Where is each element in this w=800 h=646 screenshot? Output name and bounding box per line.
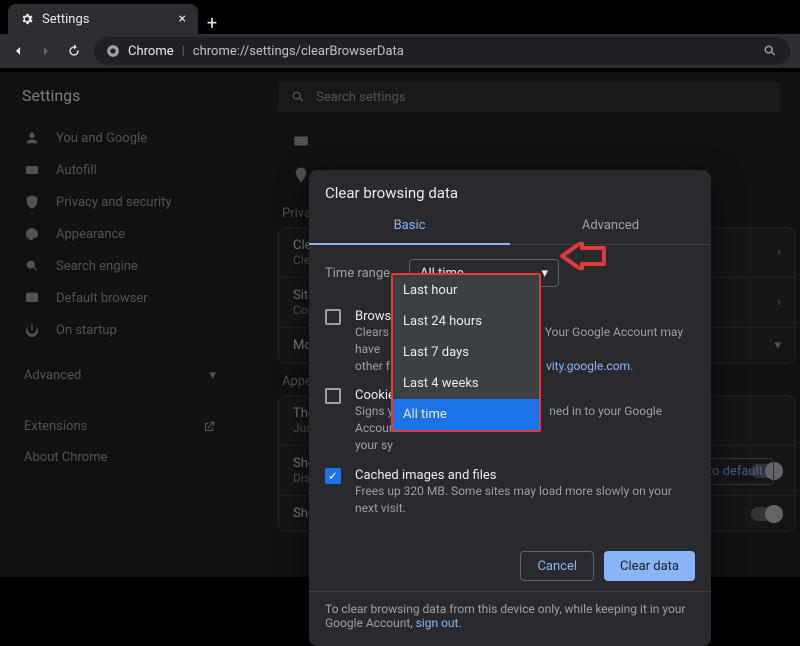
dialog-tabs: Basic Advanced [309,208,711,245]
sidebar-about-label: About Chrome [24,450,107,465]
sidebar-advanced-label: Advanced [24,368,81,383]
search-icon[interactable] [762,43,778,59]
sidebar-extensions-label: Extensions [24,419,87,434]
settings-page: Settings Search settings You and Google … [0,72,800,577]
sidebar-item-label: Autofill [56,163,97,178]
sign-out-link[interactable]: sign out [416,616,459,630]
tab-basic[interactable]: Basic [309,208,510,245]
cancel-button[interactable]: Cancel [520,551,594,581]
browser-tab-settings[interactable]: Settings × [8,4,198,34]
checkbox-cached-images[interactable]: ✓ [325,468,341,484]
sidebar-item-privacy[interactable]: Privacy and security [10,186,230,218]
back-icon[interactable] [10,43,26,59]
address-separator: | [182,44,185,59]
person-icon [24,130,40,146]
dialog-footnote: To clear browsing data from this device … [309,591,711,646]
shield-icon [24,194,40,210]
browser-toolbar: Chrome | chrome://settings/clearBrowserD… [0,34,800,72]
sidebar-item-default-browser[interactable]: Default browser [10,282,230,314]
sidebar-item-search-engine[interactable]: Search engine [10,250,230,282]
sidebar-item-appearance[interactable]: Appearance [10,218,230,250]
search-settings-input[interactable]: Search settings [278,82,780,112]
page-title: Settings [22,86,80,105]
address-host: Chrome [128,44,174,59]
chevron-down-icon: ▾ [774,338,781,353]
link-activity-google[interactable]: vity.google.com [546,359,630,373]
chevron-right-icon: › [777,295,781,310]
search-settings-placeholder: Search settings [316,90,406,105]
checkbox-browsing-history[interactable] [325,309,341,325]
autofill-icon [24,162,40,178]
sidebar-item-autofill[interactable]: Autofill [10,154,230,186]
sidebar-extensions[interactable]: Extensions [10,413,230,440]
chrome-icon [106,44,120,58]
power-icon [24,322,40,338]
browser-tabstrip: Settings × + [0,0,800,34]
dropdown-option[interactable]: Last hour [393,275,539,306]
toggle[interactable] [751,507,781,521]
time-range-label: Time range [325,266,395,281]
close-icon[interactable]: × [179,11,186,27]
chevron-down-icon: ▾ [209,368,216,383]
item-title: Cached images and files [355,468,695,483]
dropdown-option[interactable]: Last 7 days [393,337,539,368]
sidebar-item-label: Appearance [56,227,125,242]
sidebar-item-on-startup[interactable]: On startup [10,314,230,346]
dialog-body: Time range All time ▾ Last hour Last 24 … [309,245,711,541]
settings-sidebar: You and Google Autofill Privacy and secu… [10,122,230,475]
sidebar-item-label: On startup [56,323,117,338]
clear-data-button[interactable]: Clear data [604,551,695,581]
sidebar-about-chrome[interactable]: About Chrome [10,440,230,475]
dropdown-option[interactable]: Last 24 hours [393,306,539,337]
sidebar-item-label: Privacy and security [56,195,172,210]
sidebar-item-label: Search engine [56,259,138,274]
checkbox-cookies[interactable] [325,388,341,404]
dropdown-option-selected[interactable]: All time [393,399,539,430]
sidebar-item-you-and-google[interactable]: You and Google [10,122,230,154]
forward-icon[interactable] [38,43,54,59]
chevron-right-icon: › [777,245,781,260]
tab-advanced[interactable]: Advanced [510,208,711,245]
dialog-footer: Cancel Clear data [309,541,711,591]
open-external-icon [202,420,216,434]
sidebar-advanced[interactable]: Advanced ▾ [10,362,230,389]
sidebar-item-label: You and Google [56,131,147,146]
search-icon [290,89,306,105]
tab-title: Settings [42,12,89,27]
clear-browsing-data-dialog: Clear browsing data Basic Advanced Time … [309,170,711,646]
chevron-down-icon: ▾ [541,266,548,281]
reload-icon[interactable] [66,43,82,59]
location-icon [292,166,310,184]
time-range-dropdown: Last hour Last 24 hours Last 7 days Last… [391,273,541,432]
gear-icon [20,12,34,26]
item-desc: Frees up 320 MB. Some sites may load mor… [355,483,695,517]
appearance-icon [24,226,40,242]
address-path: chrome://settings/clearBrowserData [193,44,404,59]
dialog-title: Clear browsing data [309,170,711,208]
new-tab-button[interactable]: + [198,13,226,34]
dropdown-option[interactable]: Last 4 weeks [393,368,539,399]
sidebar-item-label: Default browser [56,291,148,306]
browser-icon [24,290,40,306]
payment-icon [292,132,310,150]
address-bar[interactable]: Chrome | chrome://settings/clearBrowserD… [94,37,790,65]
search-icon [24,258,40,274]
